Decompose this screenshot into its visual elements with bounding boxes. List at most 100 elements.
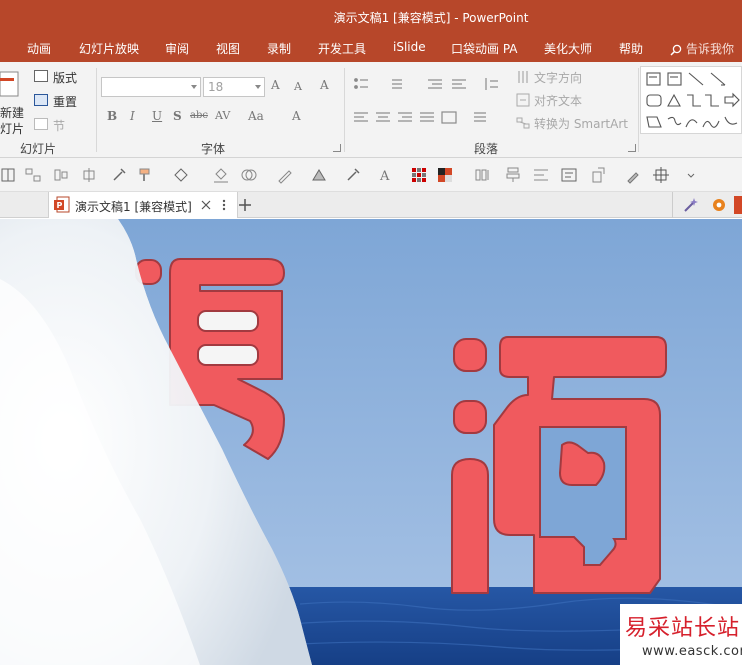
app-edge-icon — [734, 196, 742, 214]
eyedropper-icon[interactable] — [344, 166, 362, 184]
effects-icon[interactable] — [310, 166, 328, 184]
divider — [672, 192, 673, 218]
paragraph-dialog-launcher-icon[interactable] — [628, 144, 636, 152]
pen-icon[interactable] — [276, 166, 294, 184]
grow-font-button[interactable]: A — [271, 78, 280, 92]
close-icon[interactable] — [201, 200, 211, 210]
document-tab[interactable]: P 演示文稿1 [兼容模式] — [48, 192, 238, 218]
eyedropper-icon[interactable] — [110, 166, 128, 184]
tab-beautify-master[interactable]: 美化大师 — [544, 40, 592, 57]
columns-icon[interactable] — [474, 166, 492, 184]
reset-icon — [34, 94, 48, 106]
paragraph-group-label: 段落 — [474, 142, 499, 156]
align-text-button[interactable]: 对齐文本 — [534, 92, 582, 109]
shrink-font-button[interactable]: A — [294, 80, 302, 93]
slide-artwork — [0, 219, 742, 665]
text-direction-button[interactable]: 文字方向 — [534, 69, 582, 86]
ribbon-tab-bar: 动画 幻灯片放映 审阅 视图 录制 开发工具 iSlide 口袋动画 PA 美化… — [0, 34, 742, 62]
char-spacing-button[interactable]: AV — [215, 109, 230, 122]
slide-canvas[interactable] — [0, 219, 742, 665]
center-icon[interactable] — [80, 166, 98, 184]
new-slide-label-2[interactable]: 灯片 — [0, 120, 24, 137]
magic-wand-icon[interactable] — [682, 196, 700, 214]
format-painter-icon[interactable] — [137, 166, 155, 184]
color-grid-icon[interactable] — [410, 166, 428, 184]
text-direction-icon — [518, 71, 528, 83]
new-slide-label-1[interactable]: 新建 — [0, 104, 24, 121]
tab-pocket-animation[interactable]: 口袋动画 PA — [451, 40, 518, 57]
shadow-button[interactable]: S — [173, 109, 182, 123]
shapes-gallery[interactable] — [640, 66, 742, 134]
convert-smartart-button[interactable]: 转换为 SmartArt — [534, 115, 628, 132]
clear-format-button[interactable]: A — [320, 78, 329, 92]
tab-developer[interactable]: 开发工具 — [318, 40, 366, 57]
shape-merge-icon[interactable] — [240, 166, 258, 184]
tab-animations[interactable]: 动画 — [27, 40, 51, 57]
list-buttons-icon — [354, 78, 498, 90]
align-text-icon — [516, 93, 530, 107]
align-icon[interactable] — [52, 166, 70, 184]
italic-button[interactable]: I — [130, 109, 135, 123]
site-watermark: 易采站长站 www.easck.com — [620, 604, 742, 665]
smartart-icon — [516, 117, 530, 129]
paint-bucket-icon[interactable] — [212, 166, 230, 184]
layout-icon — [34, 70, 48, 82]
color-swatch-icon[interactable] — [436, 166, 454, 184]
tab-record[interactable]: 录制 — [267, 40, 291, 57]
tab-review[interactable]: 审阅 — [165, 40, 189, 57]
document-tab-bar: P 演示文稿1 [兼容模式] — [0, 192, 742, 218]
ribbon: 新建 灯片 版式 重置 节 幻灯片 18 A A A B I U S abc A… — [0, 62, 742, 158]
settings-gear-icon[interactable] — [710, 196, 728, 214]
section-button[interactable]: 节 — [53, 117, 65, 134]
export-icon[interactable] — [590, 166, 608, 184]
font-group-label: 字体 — [201, 142, 226, 156]
watermark-url: www.easck.com — [642, 644, 742, 659]
grid-icon[interactable] — [0, 166, 18, 184]
text-color-icon[interactable]: A — [376, 166, 394, 184]
watermark-title: 易采站长站 — [625, 616, 741, 641]
stack-icon[interactable] — [504, 166, 522, 184]
chevron-down-icon — [191, 85, 197, 89]
textbox-icon[interactable] — [560, 166, 578, 184]
lines-icon[interactable] — [532, 166, 550, 184]
font-size-value: 18 — [208, 80, 224, 94]
tell-me-search[interactable]: 告诉我你 — [670, 40, 734, 57]
underline-button[interactable]: U — [152, 109, 162, 123]
shapes-gallery-icon — [646, 72, 740, 128]
crop-select-icon[interactable] — [652, 166, 670, 184]
ribbon-separator — [638, 68, 639, 152]
slides-group-label: 幻灯片 — [20, 142, 57, 156]
ribbon-separator — [344, 68, 345, 152]
font-color-button[interactable]: A — [292, 109, 301, 123]
distribute-icon[interactable] — [24, 166, 42, 184]
font-name-field[interactable] — [101, 77, 201, 97]
bold-button[interactable]: B — [107, 109, 117, 123]
brush-icon[interactable] — [624, 166, 642, 184]
tab-islide[interactable]: iSlide — [393, 40, 426, 54]
tab-slide-show[interactable]: 幻灯片放映 — [79, 40, 139, 57]
ribbon-separator — [96, 68, 97, 152]
add-tab-icon[interactable] — [237, 197, 253, 213]
quick-toolbar: A — [0, 158, 742, 192]
new-slide-icon — [0, 71, 19, 97]
powerpoint-file-icon: P — [54, 196, 70, 213]
svg-text:P: P — [57, 201, 63, 210]
tab-view[interactable]: 视图 — [216, 40, 240, 57]
chevron-down-icon — [255, 85, 261, 89]
window-title: 演示文稿1 [兼容模式] - PowerPoint — [333, 11, 529, 25]
change-case-button[interactable]: Aa — [248, 109, 264, 123]
chevron-down-icon[interactable] — [682, 166, 700, 184]
section-icon — [34, 118, 48, 130]
strikethrough-button[interactable]: abc — [190, 110, 208, 121]
title-bar: 演示文稿1 [兼容模式] - PowerPoint — [0, 0, 742, 34]
shape-fill-icon[interactable] — [172, 166, 190, 184]
font-dialog-launcher-icon[interactable] — [333, 144, 341, 152]
font-size-field[interactable]: 18 — [203, 77, 265, 97]
tab-help[interactable]: 帮助 — [619, 40, 643, 57]
layout-button[interactable]: 版式 — [53, 69, 77, 86]
reset-button[interactable]: 重置 — [53, 93, 77, 110]
document-tab-title: 演示文稿1 [兼容模式] — [75, 200, 192, 214]
more-icon[interactable] — [222, 199, 226, 211]
tell-me-text: 告诉我你 — [686, 42, 735, 56]
search-icon — [670, 44, 682, 56]
